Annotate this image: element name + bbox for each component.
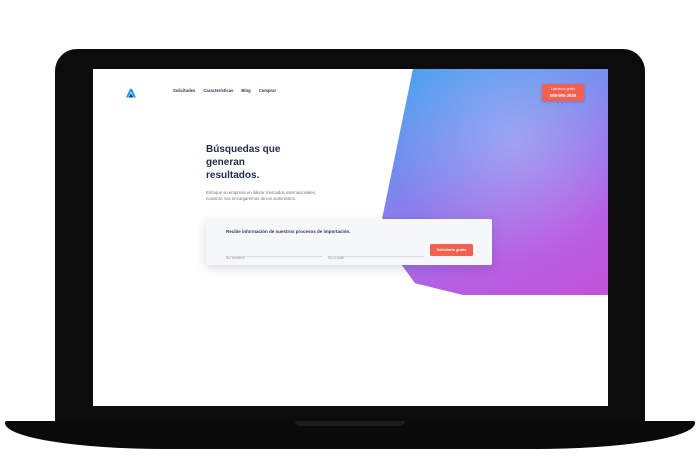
logo-icon[interactable] [125, 86, 137, 98]
nav-item-caracteristicas[interactable]: Características [203, 88, 233, 93]
cta-label: Llamanos gratis [551, 87, 575, 91]
nav-item-solicitudes[interactable]: Solicitudes [173, 88, 195, 93]
email-input[interactable] [328, 256, 424, 260]
website-screen: Solicitudes Características Blog Comprar… [93, 69, 608, 406]
name-input[interactable] [226, 256, 322, 260]
signup-form: Recibe información de nuestros procesos … [206, 219, 492, 265]
call-cta-button[interactable]: Llamanos gratis 098-995-2939 [542, 84, 584, 101]
nav-item-blog[interactable]: Blog [241, 88, 250, 93]
hero-subtext: Enfoque su empresa en liderar mercados i… [206, 190, 356, 202]
subtext-line: Enfoque su empresa en liderar mercados i… [206, 190, 317, 195]
name-field [226, 246, 322, 260]
headline-line: resultados. [206, 170, 260, 181]
laptop-notch [295, 421, 405, 426]
hero-headline: Búsquedas que generan resultados. [206, 143, 326, 182]
subtext-line: nosotros nos encargarémos de los suminis… [206, 196, 297, 202]
laptop-base [5, 421, 695, 449]
headline-line: Búsquedas que [206, 144, 281, 155]
nav-item-comprar[interactable]: Comprar [259, 88, 276, 93]
main-nav: Solicitudes Características Blog Comprar [173, 88, 276, 93]
submit-button[interactable]: Solicitarlo gratis [430, 244, 473, 256]
headline-line: generan [206, 157, 245, 168]
email-field [328, 246, 424, 260]
cta-phone: 098-995-2939 [549, 92, 577, 98]
form-title: Recibe información de nuestros procesos … [226, 229, 351, 234]
logo-mark [126, 88, 136, 98]
